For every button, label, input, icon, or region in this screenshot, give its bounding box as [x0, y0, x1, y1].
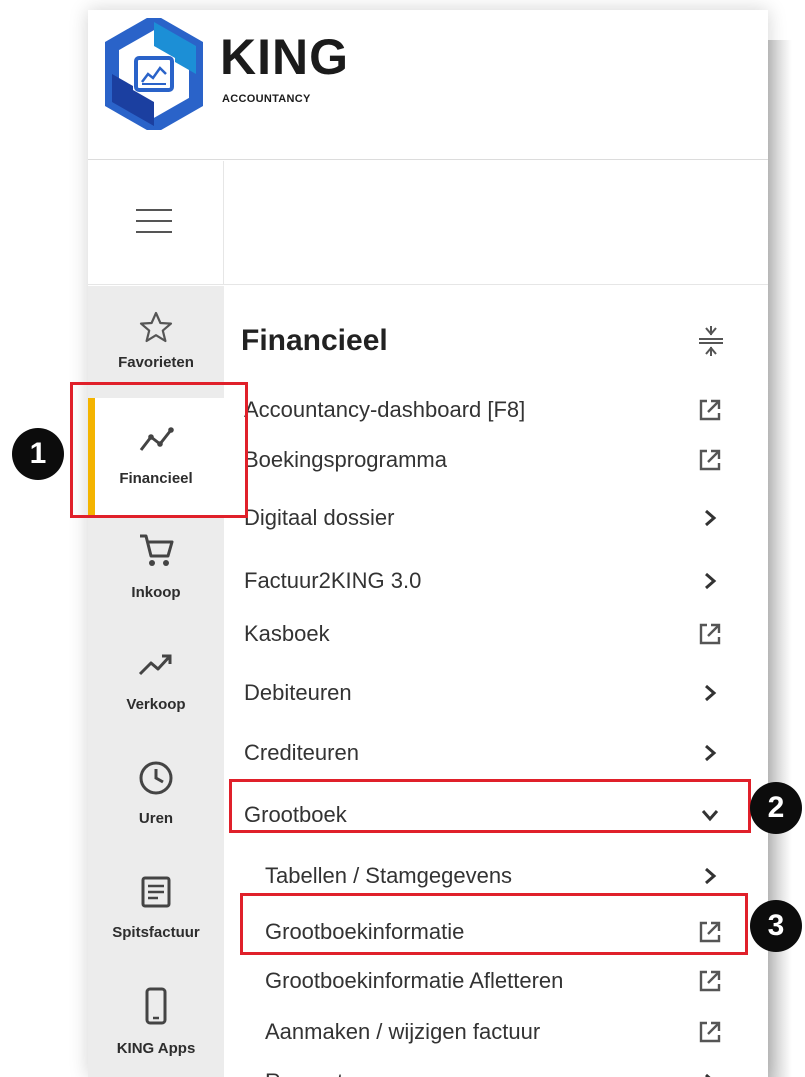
menu-item-label: Debiteuren	[244, 680, 352, 705]
trend-icon	[139, 427, 174, 451]
app-window: KING ACCOUNTANCY Favorieten Financieel I…	[88, 10, 768, 1077]
king-logo-icon	[105, 18, 203, 130]
menu-item-boekingsprogramma[interactable]: Boekingsprogramma	[224, 434, 768, 486]
clock-icon	[139, 761, 173, 795]
menu-item-label: Factuur2KING 3.0	[244, 568, 422, 593]
menu-item-tabellen-stamgegevens[interactable]: Tabellen / Stamgegevens	[224, 850, 768, 902]
rail-item-inkoop[interactable]: Inkoop	[88, 520, 224, 620]
chevron-down-icon	[701, 810, 719, 822]
callout-badge-1: 1	[12, 428, 64, 480]
external-link-icon	[699, 1021, 721, 1043]
menu-item-label: Boekingsprogramma	[244, 447, 447, 472]
rail-label: Verkoop	[126, 696, 186, 713]
menu-item-label: Rapporten	[265, 1069, 368, 1077]
chevron-right-icon	[705, 509, 717, 527]
menu-item-label: Grootboekinformatie	[265, 919, 465, 944]
menu-item-kasboek[interactable]: Kasboek	[224, 608, 768, 660]
submenu-panel: Financieel Accountancy-dashboard [F8] Bo…	[224, 286, 768, 1077]
external-link-icon	[699, 970, 721, 992]
rail-label: KING Apps	[116, 1040, 196, 1057]
menu-item-crediteuren[interactable]: Crediteuren	[224, 727, 768, 779]
callout-badge-3: 3	[750, 900, 802, 952]
rail-item-spitsfactuur[interactable]: Spitsfactuur	[88, 862, 224, 962]
phone-icon	[145, 987, 167, 1025]
menu-item-factuur2king[interactable]: Factuur2KING 3.0	[224, 555, 768, 607]
cart-icon	[140, 534, 174, 566]
menu-item-label: Aanmaken / wijzigen factuur	[265, 1019, 541, 1044]
top-toolbar	[88, 161, 768, 285]
menu-item-label: Crediteuren	[244, 740, 359, 765]
star-icon	[139, 311, 173, 343]
callout-badge-2: 2	[750, 782, 802, 834]
menu-item-grootboek[interactable]: Grootboek	[224, 789, 768, 841]
external-link-icon	[699, 921, 721, 943]
menu-item-label: Kasboek	[244, 621, 330, 646]
menu-item-label: Grootboek	[244, 802, 347, 827]
chevron-right-icon	[705, 867, 717, 885]
logo-tagline: ACCOUNTANCY	[222, 93, 311, 105]
collapse-all-icon[interactable]	[694, 324, 728, 358]
menu-item-grootboekinformatie-afletteren[interactable]: Grootboekinformatie Afletteren	[224, 955, 768, 1007]
chevron-right-icon	[705, 572, 717, 590]
trend-up-icon	[138, 654, 172, 676]
rail-label: Financieel	[119, 470, 193, 487]
chevron-right-icon	[705, 1073, 711, 1077]
document-icon	[141, 876, 171, 908]
navigation-rail: Favorieten Financieel Inkoop Verkoop Ure…	[88, 286, 224, 1077]
menu-item-digitaal-dossier[interactable]: Digitaal dossier	[224, 492, 768, 544]
chevron-right-icon	[705, 744, 717, 762]
menu-item-label: Tabellen / Stamgegevens	[265, 863, 513, 888]
rail-item-financieel[interactable]: Financieel	[88, 398, 224, 516]
external-link-icon	[699, 623, 721, 645]
hamburger-menu-icon[interactable]	[136, 209, 172, 235]
rail-item-favorieten[interactable]: Favorieten	[88, 296, 224, 396]
menu-title: Financieel	[241, 324, 388, 357]
rail-label: Favorieten	[118, 354, 194, 371]
menu-item-label: Digitaal dossier	[244, 505, 395, 530]
rail-label: Spitsfactuur	[112, 924, 200, 941]
rail-label: Uren	[138, 810, 174, 827]
logo-header: KING ACCOUNTANCY	[88, 10, 768, 160]
rail-item-uren[interactable]: Uren	[88, 748, 224, 848]
external-link-icon	[699, 399, 721, 421]
menu-item-label: Accountancy-dashboard [F8]	[244, 397, 526, 422]
menu-item-rapporten[interactable]: Rapporten	[224, 1056, 768, 1077]
rail-item-verkoop[interactable]: Verkoop	[88, 634, 224, 734]
menu-item-grootboekinformatie[interactable]: Grootboekinformatie	[224, 906, 768, 958]
rail-label: Inkoop	[131, 584, 181, 601]
menu-item-label: Grootboekinformatie Afletteren	[265, 968, 564, 993]
menu-item-aanmaken-wijzigen-factuur[interactable]: Aanmaken / wijzigen factuur	[224, 1006, 768, 1058]
chevron-right-icon	[705, 684, 717, 702]
rail-item-king-apps[interactable]: KING Apps	[88, 976, 224, 1076]
menu-item-accountancy-dashboard[interactable]: Accountancy-dashboard [F8]	[224, 384, 768, 436]
external-link-icon	[699, 449, 721, 471]
logo-name: KING	[220, 29, 349, 85]
menu-item-debiteuren[interactable]: Debiteuren	[224, 667, 768, 719]
toolbar-left-cell	[88, 161, 224, 285]
